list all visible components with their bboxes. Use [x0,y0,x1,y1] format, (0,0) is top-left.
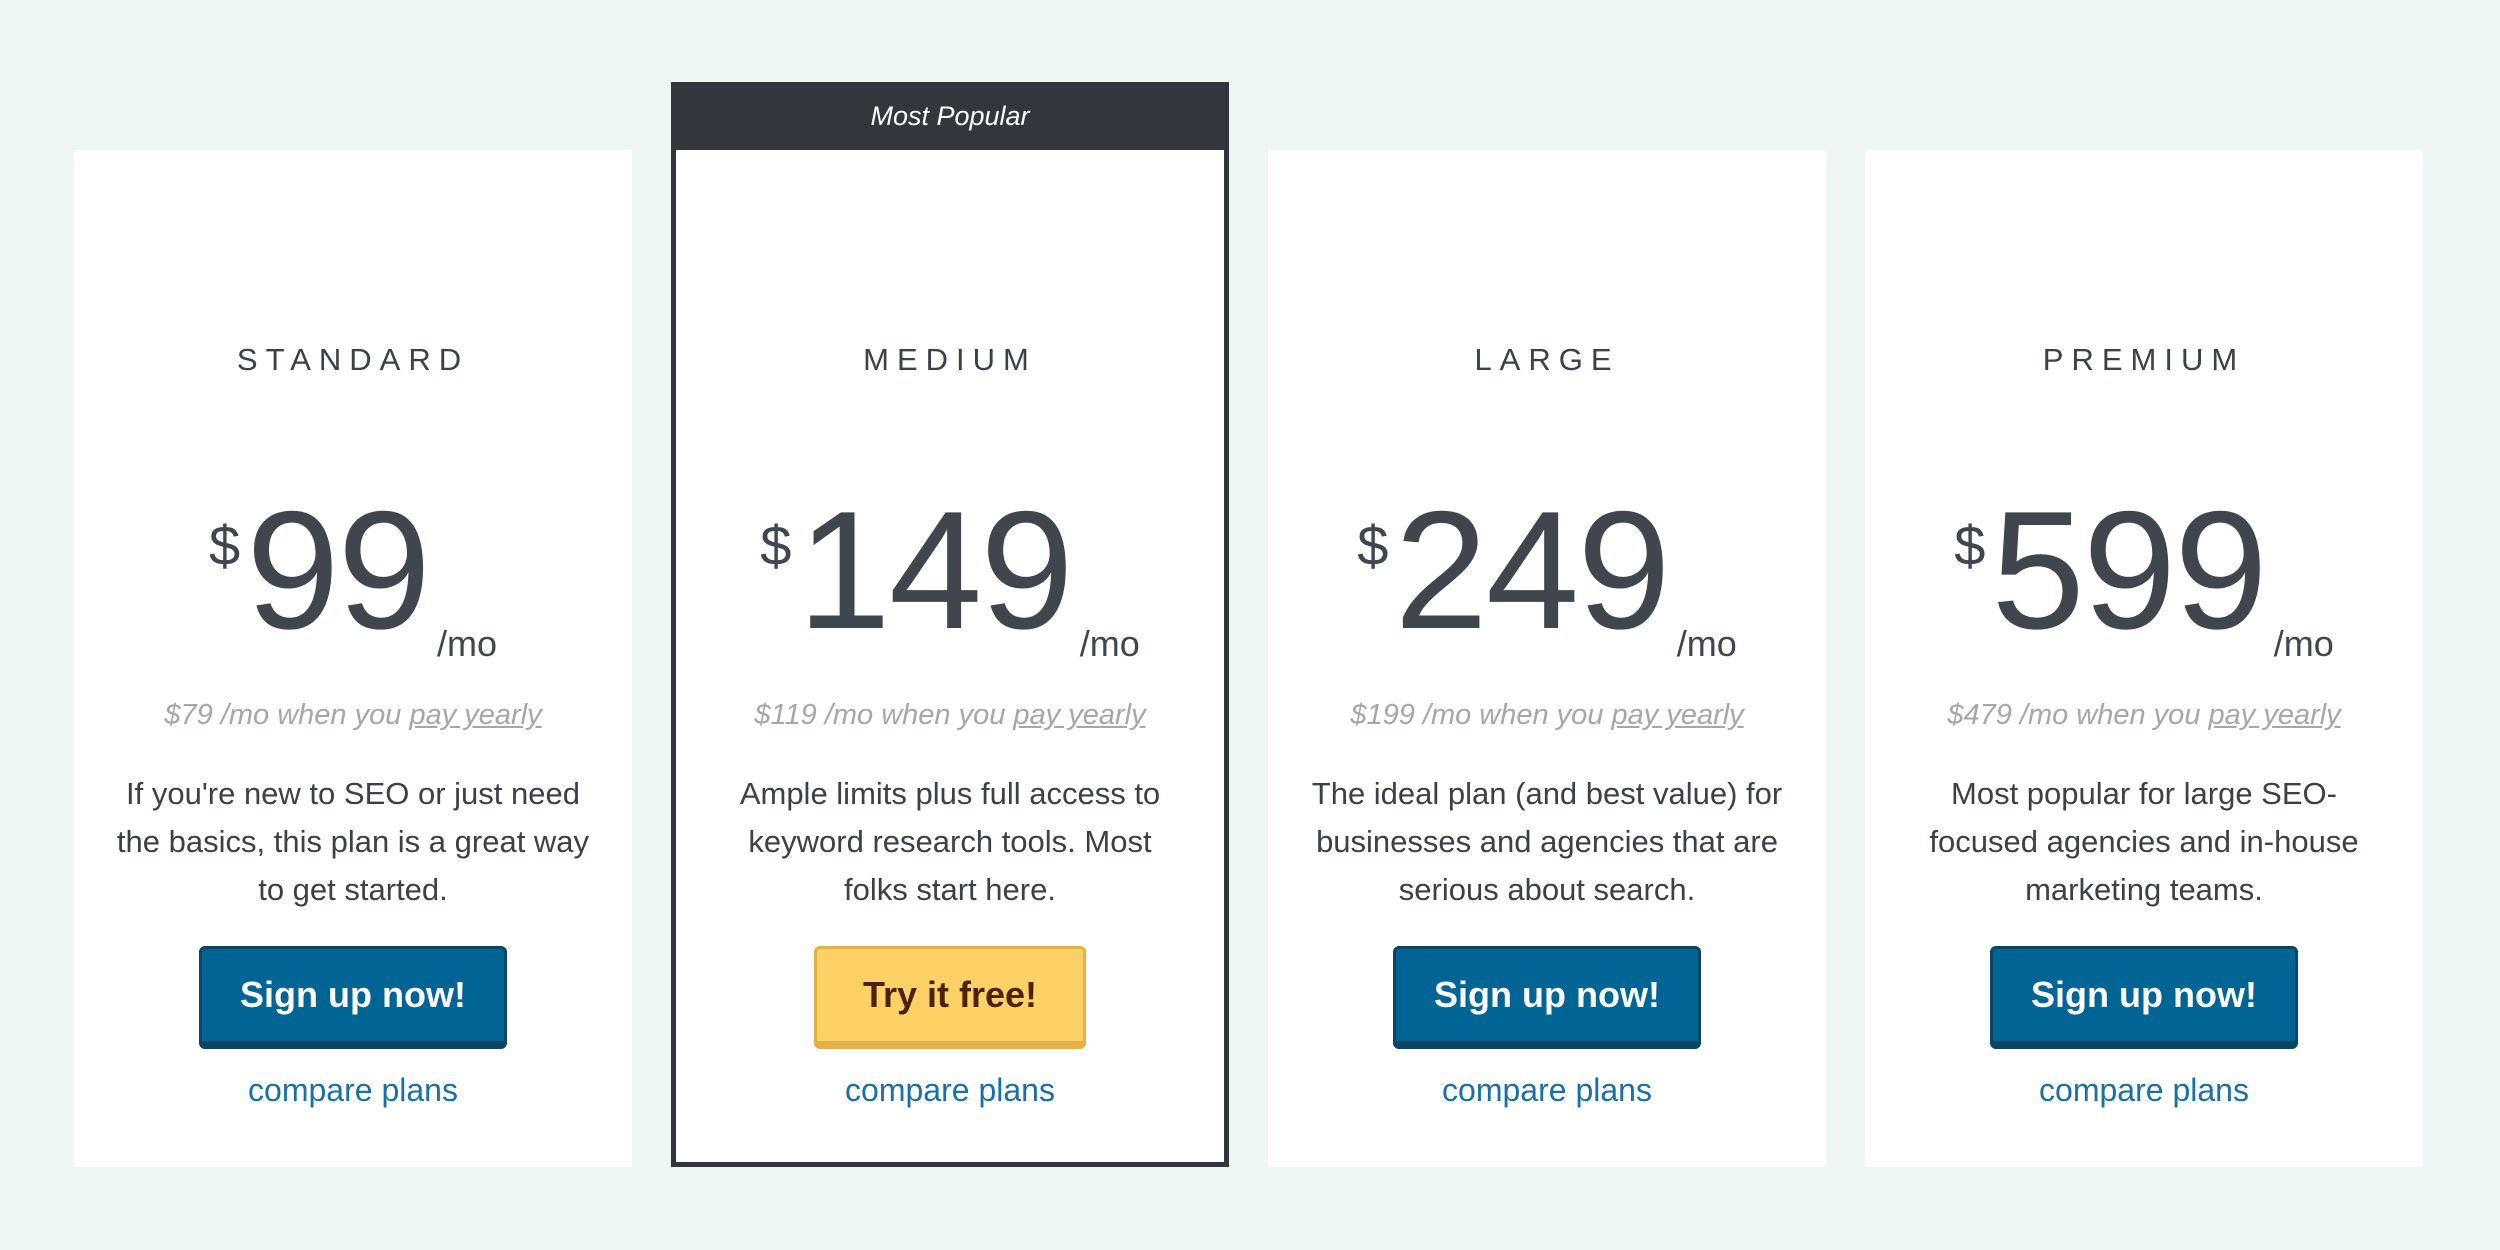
plan-description: Ample limits plus full access to keyword… [739,776,1161,907]
plan-name: LARGE [1474,342,1620,377]
currency-symbol: $ [1357,514,1389,577]
price-period: /mo [1079,623,1140,664]
price: $ 249 /mo [1268,476,1826,664]
pay-yearly-link[interactable]: pay yearly [1612,699,1744,731]
yearly-price-text: $479 /mo when you [1947,699,2209,731]
price-amount: 249 [1394,476,1670,664]
plan-description: The ideal plan (and best value) for busi… [1311,776,1783,907]
price-amount: 149 [797,476,1073,664]
price-period: /mo [437,623,498,664]
try-free-button[interactable]: Try it free! [814,946,1086,1049]
plan-name: PREMIUM [2042,342,2246,377]
sign-up-button[interactable]: Sign up now! [199,946,507,1049]
plan-name: MEDIUM [863,342,1037,377]
price: $ 599 /mo [1865,476,2423,664]
sign-up-button[interactable]: Sign up now! [1990,946,2298,1049]
sign-up-button[interactable]: Sign up now! [1393,946,1701,1049]
compare-plans-link[interactable]: compare plans [1865,1070,2423,1110]
plan-card-standard: STANDARD $ 99 /mo $79 /mo when you pay y… [74,150,632,1167]
pay-yearly-link[interactable]: pay yearly [1013,699,1145,731]
yearly-price-note: $199 /mo when you pay yearly [1268,695,1826,735]
plan-card-medium: Most Popular MEDIUM $ 149 /mo $119 /mo w… [671,82,1229,1167]
price-amount: 599 [1991,476,2267,664]
compare-plans-link[interactable]: compare plans [676,1070,1224,1110]
pay-yearly-link[interactable]: pay yearly [409,699,541,731]
plan-card-premium: PREMIUM $ 599 /mo $479 /mo when you pay … [1865,150,2423,1167]
plan-name: STANDARD [236,342,470,377]
compare-plans-link[interactable]: compare plans [1268,1070,1826,1110]
currency-symbol: $ [208,514,241,577]
price-period: /mo [2273,623,2334,664]
yearly-price-note: $119 /mo when you pay yearly [676,695,1224,735]
price-period: /mo [1676,623,1737,664]
yearly-price-text: $79 /mo when you [164,699,410,731]
yearly-price-note: $79 /mo when you pay yearly [74,695,632,735]
pay-yearly-link[interactable]: pay yearly [2209,699,2341,731]
yearly-price-text: $119 /mo when you [754,699,1014,731]
price-amount: 99 [246,476,431,664]
plan-card-large: LARGE $ 249 /mo $199 /mo when you pay ye… [1268,150,1826,1167]
price: $ 149 /mo [676,476,1224,664]
yearly-price-note: $479 /mo when you pay yearly [1865,695,2423,735]
compare-plans-link[interactable]: compare plans [74,1070,632,1110]
currency-symbol: $ [760,514,792,577]
most-popular-badge: Most Popular [671,82,1229,150]
plan-description: Most popular for large SEO-focused agenc… [1929,776,2359,907]
price: $ 99 /mo [74,476,632,664]
plan-description: If you're new to SEO or just need the ba… [116,776,590,907]
yearly-price-text: $199 /mo when you [1350,699,1612,731]
currency-symbol: $ [1954,514,1986,577]
